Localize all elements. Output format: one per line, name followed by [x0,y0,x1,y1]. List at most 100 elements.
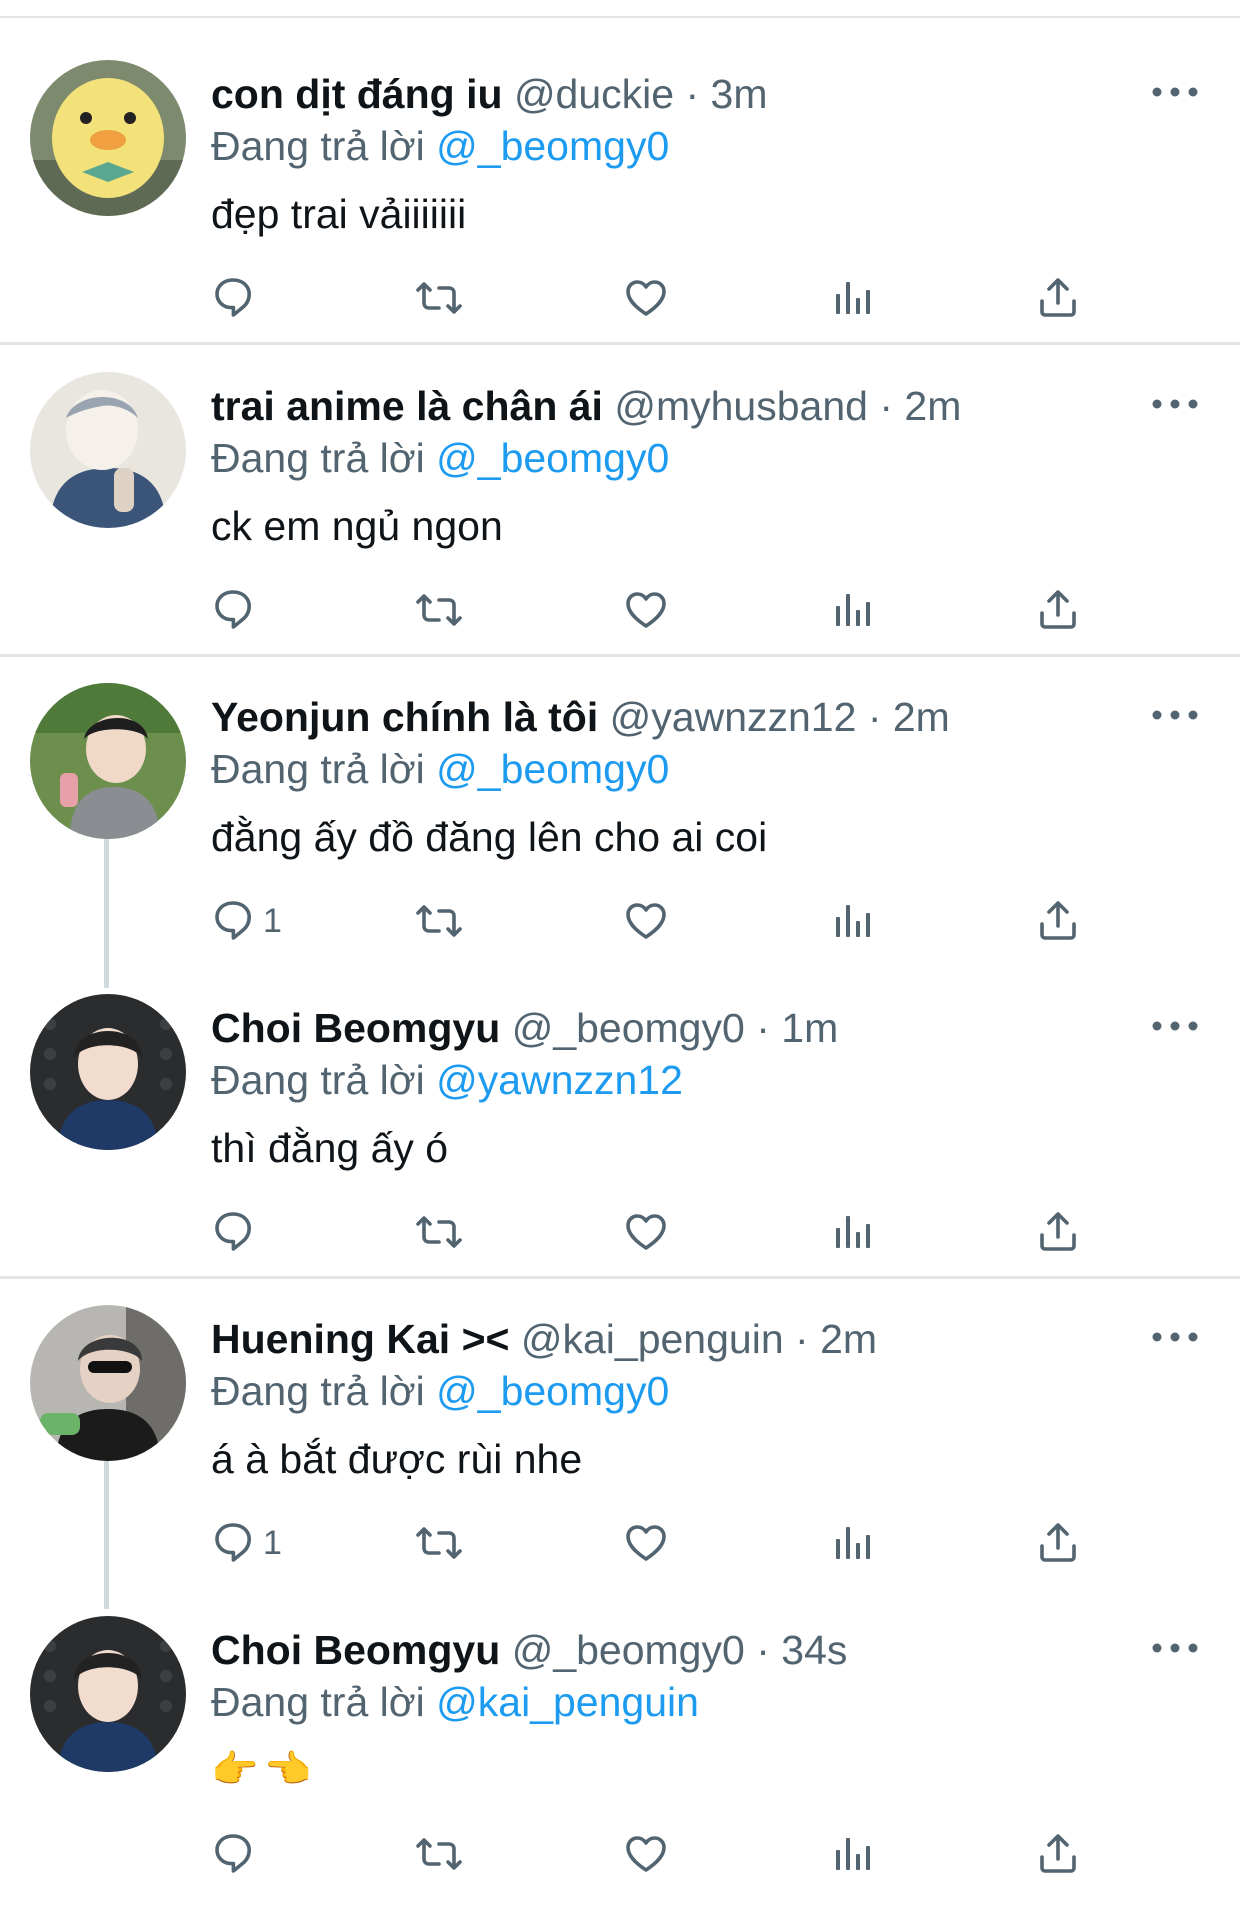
share-icon [1038,1522,1080,1564]
avatar[interactable] [30,994,186,1150]
timestamp[interactable]: 2m [893,694,950,740]
user-handle[interactable]: @duckie [514,71,674,117]
retweet-button[interactable] [414,1202,466,1262]
more-icon[interactable] [1150,394,1200,414]
more-icon[interactable] [1150,82,1200,102]
like-button[interactable] [626,891,668,951]
views-button[interactable] [832,1513,874,1573]
tweet-text: á à bắt được rùi nhe [211,1436,583,1482]
share-button[interactable] [1038,580,1080,640]
like-button[interactable] [626,1824,668,1884]
tweet[interactable]: Huening Kai >< @kai_penguin · 2m Đang tr… [0,1305,1240,1615]
user-handle[interactable]: @kai_penguin [521,1316,784,1362]
reply-prefix: Đang trả lời [211,1368,425,1414]
more-icon[interactable] [1150,1638,1200,1658]
user-handle[interactable]: @yawnzzn12 [610,694,857,740]
retweet-icon [414,901,466,941]
mention-link[interactable]: @kai_penguin [436,1679,699,1725]
mention-link[interactable]: @_beomgy0 [436,123,669,169]
tweet-text: ck em ngủ ngon [211,503,503,549]
display-name[interactable]: trai anime là chân ái [211,383,603,429]
mention-link[interactable]: @_beomgy0 [436,746,669,792]
share-button[interactable] [1038,268,1080,328]
retweet-button[interactable] [414,268,466,328]
tweet-header: trai anime là chân ái @myhusband · 2m [211,380,961,432]
views-icon [832,1834,874,1874]
avatar[interactable] [30,60,186,216]
mention-link[interactable]: @_beomgy0 [436,435,669,481]
views-icon [832,1212,874,1252]
more-icon[interactable] [1150,1327,1200,1347]
timestamp[interactable]: 2m [904,383,961,429]
share-button[interactable] [1038,891,1080,951]
display-name[interactable]: Choi Beomgyu [211,1627,500,1673]
share-icon [1038,589,1080,631]
reply-button[interactable] [213,1824,263,1884]
user-handle[interactable]: @_beomgy0 [512,1627,745,1673]
timestamp[interactable]: 34s [781,1627,847,1673]
display-name[interactable]: Yeonjun chính là tôi [211,694,598,740]
retweet-button[interactable] [414,1824,466,1884]
timestamp[interactable]: 1m [781,1005,838,1051]
separator-dot: · [795,1316,809,1362]
share-button[interactable] [1038,1202,1080,1262]
tweet-text: 👉👈 [211,1749,318,1791]
replying-to: Đang trả lời @kai_penguin [211,1676,699,1728]
reply-button[interactable] [213,268,263,328]
like-button[interactable] [626,1202,668,1262]
avatar[interactable] [30,1305,186,1461]
like-icon [626,278,668,318]
share-button[interactable] [1038,1513,1080,1573]
like-button[interactable] [626,580,668,640]
views-button[interactable] [832,891,874,951]
retweet-button[interactable] [414,580,466,640]
views-button[interactable] [832,1202,874,1262]
more-icon[interactable] [1150,1016,1200,1036]
like-button[interactable] [626,1513,668,1573]
tweet-header: con dịt đáng iu @duckie · 3m [211,68,768,120]
share-icon [1038,1211,1080,1253]
timestamp[interactable]: 3m [711,71,768,117]
separator-dot: · [867,694,882,740]
user-handle[interactable]: @_beomgy0 [512,1005,745,1051]
display-name[interactable]: Choi Beomgyu [211,1005,500,1051]
timestamp[interactable]: 2m [820,1316,877,1362]
views-button[interactable] [832,580,874,640]
share-button[interactable] [1038,1824,1080,1884]
avatar[interactable] [30,1616,186,1772]
tweet[interactable]: Choi Beomgyu @_beomgy0 · 34s Đang trả lờ… [0,1616,1240,1926]
more-icon[interactable] [1150,705,1200,725]
mention-link[interactable]: @yawnzzn12 [436,1057,683,1103]
tweet-text: thì đằng ấy ó [211,1125,449,1171]
display-name[interactable]: con dịt đáng iu [211,71,503,117]
reply-button[interactable] [213,1202,263,1262]
separator-dot: · [756,1005,770,1051]
like-icon [626,1834,668,1874]
display-name[interactable]: Huening Kai >< [211,1316,509,1362]
user-handle[interactable]: @myhusband [614,383,868,429]
action-bar [0,1824,1240,1894]
like-icon [626,901,668,941]
views-button[interactable] [832,1824,874,1884]
tweet[interactable]: Yeonjun chính là tôi @yawnzzn12 · 2m Đan… [0,683,1240,993]
avatar[interactable] [30,372,186,528]
retweet-button[interactable] [414,891,466,951]
tweet-header: Yeonjun chính là tôi @yawnzzn12 · 2m [211,691,950,743]
views-icon [832,590,874,630]
separator-dot: · [756,1627,770,1673]
action-bar [0,1202,1240,1272]
reply-button[interactable]: 1 [213,891,282,951]
tweet[interactable]: con dịt đáng iu @duckie · 3m Đang trả lờ… [0,60,1240,370]
tweet[interactable]: Choi Beomgyu @_beomgy0 · 1m Đang trả lời… [0,994,1240,1304]
mention-link[interactable]: @_beomgy0 [436,1368,669,1414]
tweet[interactable]: trai anime là chân ái @myhusband · 2m Đa… [0,372,1240,682]
reply-button[interactable]: 1 [213,1513,282,1573]
tweet-header: Choi Beomgyu @_beomgy0 · 34s [211,1624,847,1676]
views-button[interactable] [832,268,874,328]
retweet-icon [414,278,466,318]
retweet-button[interactable] [414,1513,466,1573]
reply-button[interactable] [213,580,263,640]
like-button[interactable] [626,268,668,328]
avatar[interactable] [30,683,186,839]
action-bar [0,268,1240,338]
